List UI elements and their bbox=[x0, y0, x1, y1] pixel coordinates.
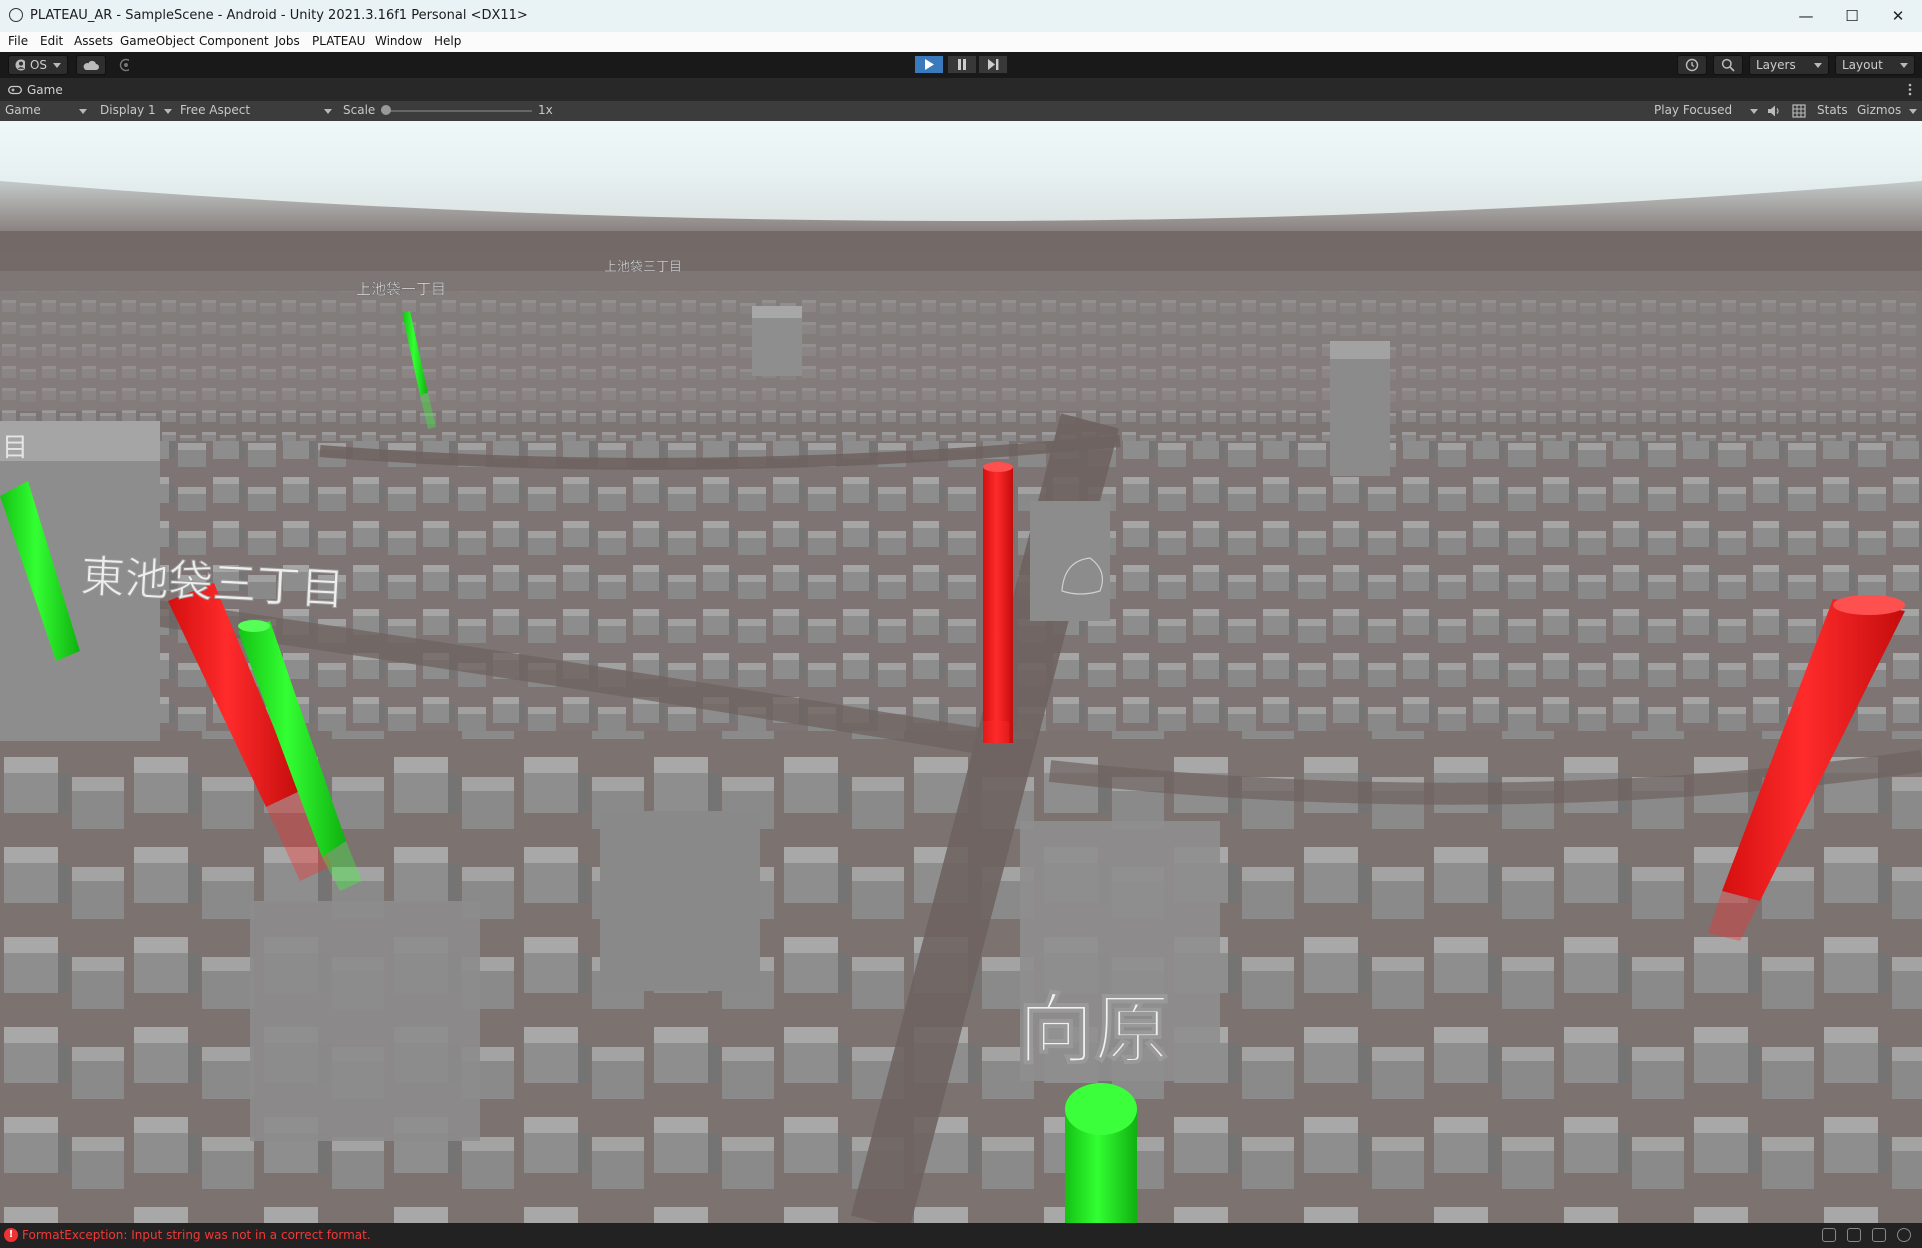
label-mukaihara: 向原 bbox=[1018, 985, 1170, 1074]
chevron-down-icon bbox=[53, 62, 61, 68]
window-title: PLATEAU_AR - SampleScene - Android - Uni… bbox=[30, 8, 528, 23]
tall-building bbox=[1330, 341, 1390, 476]
scale-slider-thumb[interactable] bbox=[381, 105, 391, 115]
chevron-down-icon bbox=[1750, 109, 1758, 114]
check-circle-icon[interactable] bbox=[1897, 1228, 1911, 1242]
step-button[interactable] bbox=[978, 55, 1008, 74]
play-focused-dropdown[interactable]: Play Focused bbox=[1654, 103, 1758, 117]
pause-icon bbox=[958, 59, 966, 70]
layout-label: Layout bbox=[1842, 58, 1883, 72]
account-dropdown[interactable]: OS bbox=[8, 55, 68, 75]
play-focused-label: Play Focused bbox=[1654, 103, 1733, 117]
game-mode-label: Game bbox=[5, 103, 41, 117]
display-label: Display 1 bbox=[100, 103, 156, 117]
aspect-dropdown[interactable]: Free Aspect bbox=[180, 103, 332, 117]
bug-icon[interactable] bbox=[1872, 1228, 1886, 1242]
label-kamiikebukuro-3: 上池袋三丁目 bbox=[604, 260, 682, 275]
menu-gameobject[interactable]: GameObject bbox=[120, 34, 195, 48]
menu-plateau[interactable]: PLATEAU bbox=[312, 34, 365, 48]
chevron-down-icon bbox=[79, 109, 87, 114]
collab-button[interactable] bbox=[112, 55, 136, 75]
cloud-button[interactable] bbox=[76, 55, 106, 75]
aspect-label: Free Aspect bbox=[180, 103, 251, 117]
account-label: OS bbox=[29, 58, 47, 72]
error-message[interactable]: FormatException: Input string was not in… bbox=[22, 1228, 371, 1242]
window-titlebar: PLATEAU_AR - SampleScene - Android - Uni… bbox=[0, 0, 1922, 32]
account-icon bbox=[15, 59, 25, 71]
label-kamiikebukuro-1: 上池袋一丁目 bbox=[356, 280, 446, 298]
play-button[interactable] bbox=[914, 55, 944, 74]
tab-game[interactable]: Game bbox=[0, 78, 71, 101]
unity-logo-icon bbox=[9, 8, 23, 22]
menu-component[interactable]: Component bbox=[199, 34, 269, 48]
tab-game-label: Game bbox=[27, 82, 63, 97]
scale-slider-track[interactable] bbox=[386, 110, 532, 112]
chevron-down-icon bbox=[1900, 62, 1908, 68]
layers-dropdown[interactable]: Layers bbox=[1749, 55, 1829, 75]
pin-red-center bbox=[983, 462, 1013, 743]
menu-window[interactable]: Window bbox=[375, 34, 422, 48]
scale-value: 1x bbox=[538, 103, 553, 117]
menu-file[interactable]: File bbox=[8, 34, 28, 48]
cloud-icon bbox=[83, 60, 99, 70]
city-scene-render: 上池袋一丁目 上池袋三丁目 目 東池袋三丁目 向原 bbox=[0, 121, 1922, 1223]
game-mode-dropdown[interactable]: Game bbox=[5, 103, 87, 117]
audio-mute-icon[interactable] bbox=[1767, 104, 1781, 122]
maximize-button[interactable]: ☐ bbox=[1829, 0, 1875, 32]
display-dropdown[interactable]: Display 1 bbox=[100, 103, 172, 117]
menu-edit[interactable]: Edit bbox=[40, 34, 63, 48]
collab-icon bbox=[119, 58, 129, 72]
gizmos-dropdown[interactable]: Gizmos bbox=[1857, 103, 1917, 117]
play-icon bbox=[925, 59, 934, 70]
menu-jobs[interactable]: Jobs bbox=[275, 34, 300, 48]
layout-dropdown[interactable]: Layout bbox=[1835, 55, 1915, 75]
grid-toggle-icon[interactable] bbox=[1792, 104, 1806, 122]
console-status-bar[interactable]: ! FormatException: Input string was not … bbox=[0, 1223, 1922, 1248]
game-viewport[interactable]: 上池袋一丁目 上池袋三丁目 目 東池袋三丁目 向原 bbox=[0, 121, 1922, 1223]
more-options-icon[interactable] bbox=[1908, 83, 1912, 100]
minimize-button[interactable]: — bbox=[1783, 0, 1829, 32]
menu-bar: File Edit Assets GameObject Component Jo… bbox=[0, 32, 1922, 52]
close-button[interactable]: ✕ bbox=[1875, 0, 1921, 32]
main-toolbar: OS Layers Layout bbox=[0, 52, 1922, 78]
debug-off-icon[interactable] bbox=[1822, 1228, 1836, 1242]
game-tab-bar: Game bbox=[0, 78, 1922, 101]
gamepad-icon bbox=[8, 85, 22, 94]
step-icon bbox=[987, 59, 998, 70]
scale-label: Scale bbox=[343, 103, 376, 117]
chevron-down-icon bbox=[1909, 109, 1917, 114]
pin-green-bottom bbox=[1065, 1083, 1137, 1223]
undo-history-button[interactable] bbox=[1677, 55, 1707, 75]
menu-help[interactable]: Help bbox=[434, 34, 461, 48]
stats-button[interactable]: Stats bbox=[1817, 103, 1848, 117]
chevron-down-icon bbox=[164, 109, 172, 114]
pause-button[interactable] bbox=[947, 55, 977, 74]
menu-assets[interactable]: Assets bbox=[74, 34, 113, 48]
game-view-controls: Game Display 1 Free Aspect Scale 1x Play… bbox=[0, 101, 1922, 122]
database-icon[interactable] bbox=[1847, 1228, 1861, 1242]
chevron-down-icon bbox=[1814, 62, 1822, 68]
history-icon bbox=[1685, 58, 1699, 72]
chevron-down-icon bbox=[324, 109, 332, 114]
search-button[interactable] bbox=[1713, 55, 1743, 75]
error-icon: ! bbox=[4, 1228, 18, 1242]
layers-label: Layers bbox=[1756, 58, 1796, 72]
gizmos-label: Gizmos bbox=[1857, 103, 1902, 117]
label-partial-left: 目 bbox=[2, 433, 28, 463]
search-icon bbox=[1721, 58, 1735, 72]
